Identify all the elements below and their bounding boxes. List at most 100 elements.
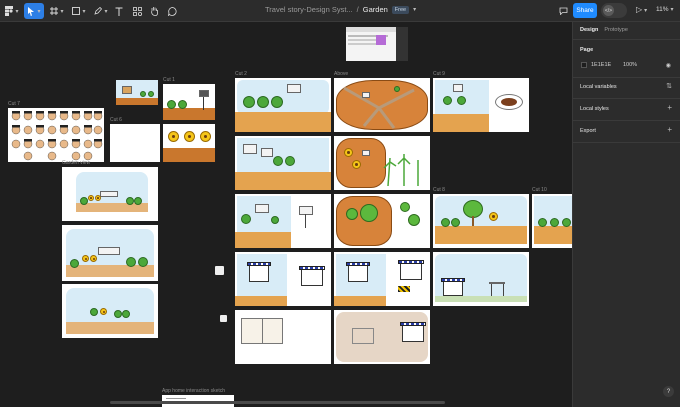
- comment-tool-button[interactable]: [166, 3, 178, 19]
- shape-tool-button[interactable]: ▾: [70, 3, 88, 19]
- frame-label: App home interaction sketch: [162, 388, 226, 394]
- frame-cut8[interactable]: [433, 194, 529, 248]
- share-button[interactable]: Share: [573, 3, 597, 18]
- chevron-down-icon: ▾: [644, 8, 648, 14]
- divider: [573, 39, 680, 40]
- page-name[interactable]: Garden: [363, 5, 388, 14]
- resources-button[interactable]: [131, 3, 143, 19]
- code-icon: </>: [603, 5, 614, 16]
- frame-above[interactable]: [334, 78, 430, 132]
- frame-label: Cut 6: [110, 117, 122, 123]
- frame-label: Cut 1: [163, 77, 175, 83]
- frame-label: Cut 2: [235, 71, 247, 77]
- frame-book[interactable]: [235, 310, 331, 364]
- file-breadcrumb[interactable]: Travel story-Design Syst...: [265, 5, 353, 14]
- pen-icon: [94, 7, 103, 15]
- characters-illustration: [11, 111, 103, 161]
- frame-label: Cut 9: [433, 71, 445, 77]
- frame-cut6[interactable]: [110, 124, 160, 162]
- main-menu-button[interactable]: ▾: [4, 3, 20, 19]
- figma-logo-icon: [5, 6, 14, 16]
- hand-tool-button[interactable]: [148, 3, 160, 19]
- frame-garden-small[interactable]: [116, 80, 158, 105]
- zoom-dropdown[interactable]: 11% ▾: [656, 6, 674, 13]
- horizontal-scrollbar[interactable]: [110, 401, 445, 404]
- divider: [573, 120, 680, 121]
- chevron-down-icon: ▾: [670, 7, 674, 13]
- frame-label: Cut 10: [532, 187, 547, 193]
- frame-icon: [50, 7, 59, 15]
- multiplayer-button[interactable]: [557, 3, 569, 19]
- text-icon: [115, 7, 123, 16]
- frame-shop-sketch[interactable]: [334, 310, 430, 364]
- chevron-down-icon: ▾: [37, 8, 41, 15]
- frame-above-2[interactable]: [334, 136, 430, 190]
- dev-mode-toggle[interactable]: </>: [601, 3, 627, 18]
- chevron-down-icon[interactable]: ▾: [413, 6, 416, 13]
- file-title[interactable]: Travel story-Design Syst... / Garden Fre…: [265, 5, 416, 14]
- page-opacity-value[interactable]: 100%: [623, 62, 637, 68]
- rectangle-icon: [72, 7, 81, 15]
- text-tool-button[interactable]: [113, 3, 125, 19]
- frame-cut7[interactable]: [8, 108, 104, 162]
- page-section-title: Page: [580, 47, 594, 53]
- frame-garden-view-3[interactable]: [62, 284, 158, 338]
- present-button[interactable]: ▷ ▾: [636, 5, 647, 14]
- frame-garden-view-2[interactable]: [62, 225, 158, 281]
- page-color-value[interactable]: 1E1E1E: [591, 62, 611, 68]
- frame-shop-2[interactable]: [334, 252, 430, 306]
- frame-label: Garden view: [62, 160, 91, 166]
- local-variables-row[interactable]: Local variables: [580, 84, 617, 90]
- comment-icon: [167, 6, 177, 16]
- frame-cut3[interactable]: [235, 194, 331, 248]
- divider: [573, 77, 680, 78]
- sliders-icon[interactable]: ⇅: [666, 82, 672, 90]
- frame-shop-1[interactable]: [235, 252, 331, 306]
- figma-app: ▾ ▾ ▾ ▾ ▾ Travel story-Design Syst... /: [0, 0, 680, 407]
- cursor-icon: [28, 6, 35, 16]
- frame-shop-3[interactable]: [433, 252, 529, 306]
- zoom-level: 11%: [656, 6, 669, 13]
- play-icon: ▷: [636, 5, 643, 14]
- move-tool-button[interactable]: ▾: [24, 3, 44, 19]
- hand-icon: [150, 7, 158, 16]
- tab-prototype[interactable]: Prototype: [604, 27, 628, 33]
- frame-thumbnail[interactable]: [346, 27, 396, 61]
- page-color-swatch[interactable]: [581, 62, 587, 68]
- frame-garden-view-1[interactable]: [62, 167, 158, 221]
- components-icon: [132, 6, 142, 16]
- properties-panel: Design Prototype Page 1E1E1E 100% ◉ Loca…: [572, 22, 680, 407]
- plan-badge: Free: [391, 5, 410, 14]
- shop-icon[interactable]: [220, 315, 227, 322]
- frame-tool-button[interactable]: ▾: [48, 3, 66, 19]
- help-button[interactable]: ?: [663, 386, 674, 397]
- divider: [573, 142, 680, 143]
- frame-thumbnail-side: [396, 27, 408, 61]
- frame-cut2[interactable]: [235, 78, 331, 132]
- tab-design[interactable]: Design: [580, 27, 598, 33]
- local-styles-row[interactable]: Local styles: [580, 106, 609, 112]
- canvas[interactable]: Cut 7 Cut 1 Cut 6 Garden view Cut 2 Abov…: [0, 22, 572, 407]
- frame-sunflowers[interactable]: [163, 124, 215, 162]
- frame-above-3[interactable]: [334, 194, 430, 248]
- frame-cut1[interactable]: [163, 84, 215, 120]
- frame-cut2b[interactable]: [235, 136, 331, 190]
- pen-tool-button[interactable]: ▾: [92, 3, 110, 19]
- frame-cut10[interactable]: [532, 194, 572, 248]
- divider: [573, 98, 680, 99]
- eye-icon[interactable]: ◉: [666, 62, 671, 69]
- panel-tabs: Design Prototype: [580, 27, 628, 33]
- frame-label: Above: [334, 71, 349, 77]
- frame-label: Cut 8: [433, 187, 445, 193]
- frame-label: Cut 7: [8, 101, 20, 107]
- frame-cut9[interactable]: [433, 78, 529, 132]
- breadcrumb-separator: /: [356, 5, 359, 14]
- chevron-down-icon: ▾: [15, 8, 19, 15]
- add-style-icon[interactable]: +: [667, 103, 672, 112]
- export-row[interactable]: Export: [580, 128, 596, 134]
- chevron-down-icon: ▾: [104, 8, 108, 15]
- add-export-icon[interactable]: +: [667, 125, 672, 134]
- chevron-down-icon: ▾: [60, 8, 64, 15]
- shop-icon[interactable]: [215, 266, 224, 275]
- chat-icon: [559, 7, 567, 15]
